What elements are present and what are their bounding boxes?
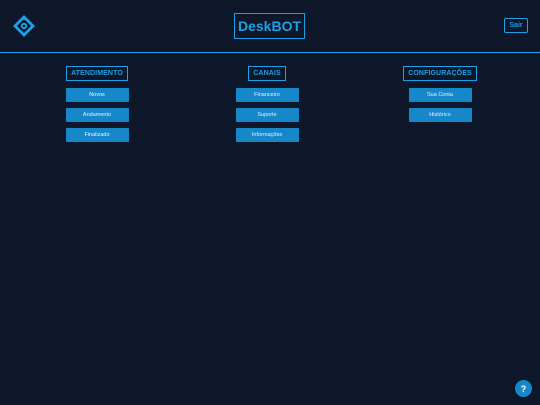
section-title: ATENDIMENTO <box>66 66 128 81</box>
informacoes-button[interactable]: Informações <box>235 128 299 142</box>
section-title: CANAIS <box>248 66 286 81</box>
financeiro-button[interactable]: Financeiro <box>235 88 299 102</box>
logout-button[interactable]: Sair <box>504 18 528 33</box>
section-canais: CANAIS Financeiro Suporte Informações <box>197 66 337 148</box>
section-atendimento: ATENDIMENTO Novos Andamento Finalizado <box>27 66 167 148</box>
suporte-button[interactable]: Suporte <box>235 108 299 122</box>
historico-button[interactable]: Histórico <box>408 108 472 122</box>
novos-button[interactable]: Novos <box>65 88 129 102</box>
app-header: DeskBOT Sair <box>0 0 540 53</box>
section-configuracoes: CONFIGURAÇÕES Sua Conta Histórico <box>370 66 510 128</box>
finalizado-button[interactable]: Finalizado <box>65 128 129 142</box>
help-icon[interactable]: ? <box>515 380 532 397</box>
section-title: CONFIGURAÇÕES <box>403 66 477 81</box>
page-title: DeskBOT <box>234 13 305 39</box>
andamento-button[interactable]: Andamento <box>65 108 129 122</box>
robot-logo-icon[interactable] <box>12 14 36 38</box>
sua-conta-button[interactable]: Sua Conta <box>408 88 472 102</box>
